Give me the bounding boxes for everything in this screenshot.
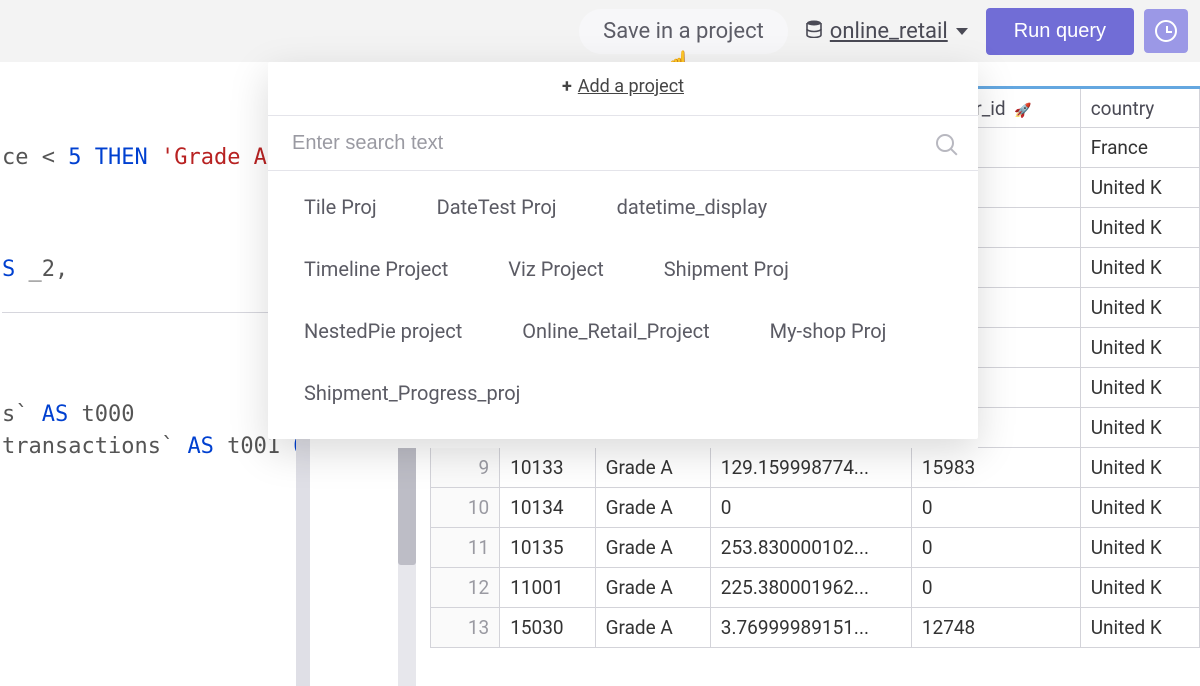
table-cell[interactable]: 0	[911, 568, 1080, 608]
table-cell[interactable]: 15030	[500, 608, 595, 648]
table-cell[interactable]: 10	[431, 488, 500, 528]
rocket-icon: 🚀	[1014, 103, 1031, 119]
table-cell[interactable]: Grade A	[595, 528, 710, 568]
project-item[interactable]: Timeline Project	[304, 257, 448, 281]
database-selector[interactable]: online_retail	[806, 19, 968, 44]
plus-icon: +	[562, 76, 572, 97]
table-cell[interactable]: Grade A	[595, 608, 710, 648]
save-in-project-button[interactable]: Save in a project ☝	[579, 9, 788, 54]
project-item[interactable]: NestedPie project	[304, 319, 462, 343]
table-cell[interactable]: 0	[710, 488, 911, 528]
history-button[interactable]	[1144, 9, 1188, 53]
run-group: Run query	[986, 8, 1188, 55]
table-cell[interactable]: United K	[1080, 568, 1199, 608]
table-cell[interactable]: United K	[1080, 608, 1199, 648]
save-label: Save in a project	[603, 19, 764, 44]
table-row[interactable]: 1211001Grade A225.380001962...0United K	[431, 568, 1200, 608]
table-cell[interactable]: Grade A	[595, 568, 710, 608]
table-cell[interactable]: 9	[431, 448, 500, 488]
table-row[interactable]: 910133Grade A129.159998774...15983United…	[431, 448, 1200, 488]
table-cell[interactable]: Grade A	[595, 448, 710, 488]
table-cell[interactable]: 10133	[500, 448, 595, 488]
table-cell[interactable]: United K	[1080, 448, 1199, 488]
toolbar: Save in a project ☝ online_retail Run qu…	[0, 0, 1200, 62]
run-query-button[interactable]: Run query	[986, 8, 1134, 55]
table-cell[interactable]: 129.159998774...	[710, 448, 911, 488]
project-search-row	[268, 115, 978, 171]
table-cell[interactable]: 13	[431, 608, 500, 648]
table-cell[interactable]: 0	[911, 488, 1080, 528]
project-item[interactable]: Viz Project	[508, 257, 604, 281]
project-item[interactable]: My-shop Proj	[770, 319, 887, 343]
table-cell[interactable]: 3.76999989151...	[710, 608, 911, 648]
table-cell[interactable]: United K	[1080, 408, 1199, 448]
project-item[interactable]: Tile Proj	[304, 195, 377, 219]
table-cell[interactable]: 12	[431, 568, 500, 608]
table-cell[interactable]: United K	[1080, 328, 1199, 368]
table-cell[interactable]: 12748	[911, 608, 1080, 648]
project-item[interactable]: Online_Retail_Project	[522, 319, 709, 343]
table-cell[interactable]: France	[1080, 128, 1199, 168]
table-cell[interactable]: 10134	[500, 488, 595, 528]
table-cell[interactable]: 11	[431, 528, 500, 568]
database-icon	[806, 20, 822, 43]
project-item[interactable]: DateTest Proj	[437, 195, 557, 219]
table-cell[interactable]: 225.380001962...	[710, 568, 911, 608]
project-search-input[interactable]	[292, 132, 936, 155]
table-row[interactable]: 1315030Grade A3.76999989151...12748Unite…	[431, 608, 1200, 648]
table-cell[interactable]: United K	[1080, 168, 1199, 208]
table-cell[interactable]: United K	[1080, 288, 1199, 328]
table-cell[interactable]: United K	[1080, 488, 1199, 528]
table-cell[interactable]: 15983	[911, 448, 1080, 488]
table-cell[interactable]: United K	[1080, 248, 1199, 288]
table-cell[interactable]: 253.830000102...	[710, 528, 911, 568]
database-name: online_retail	[830, 19, 948, 44]
project-grid: Tile Proj DateTest Proj datetime_display Ti…	[268, 171, 978, 415]
table-cell[interactable]: Grade A	[595, 488, 710, 528]
table-cell[interactable]: 10135	[500, 528, 595, 568]
table-cell[interactable]: 0	[911, 528, 1080, 568]
search-icon	[936, 134, 954, 152]
table-cell[interactable]: United K	[1080, 368, 1199, 408]
table-cell[interactable]: United K	[1080, 208, 1199, 248]
table-row[interactable]: 1010134Grade A00United K	[431, 488, 1200, 528]
add-project-label: Add a project	[578, 76, 684, 97]
project-dropdown: + Add a project Tile Proj DateTest Proj da…	[268, 62, 978, 439]
add-project-button[interactable]: + Add a project	[268, 62, 978, 115]
table-cell[interactable]: United K	[1080, 528, 1199, 568]
project-item[interactable]: Shipment_Progress_proj	[304, 381, 520, 405]
project-item[interactable]: datetime_display	[617, 195, 768, 219]
table-row[interactable]: 1110135Grade A253.830000102...0United K	[431, 528, 1200, 568]
history-icon	[1155, 20, 1177, 42]
col-country[interactable]: country	[1080, 88, 1199, 128]
project-item[interactable]: Shipment Proj	[664, 257, 789, 281]
code-editor[interactable]: ce < 5 THEN 'Grade A' S _2, s` AS t000 t…	[0, 62, 310, 686]
caret-down-icon	[956, 28, 968, 35]
scrollbar-thumb[interactable]	[398, 445, 416, 565]
table-cell[interactable]: 11001	[500, 568, 595, 608]
divider	[2, 312, 296, 313]
